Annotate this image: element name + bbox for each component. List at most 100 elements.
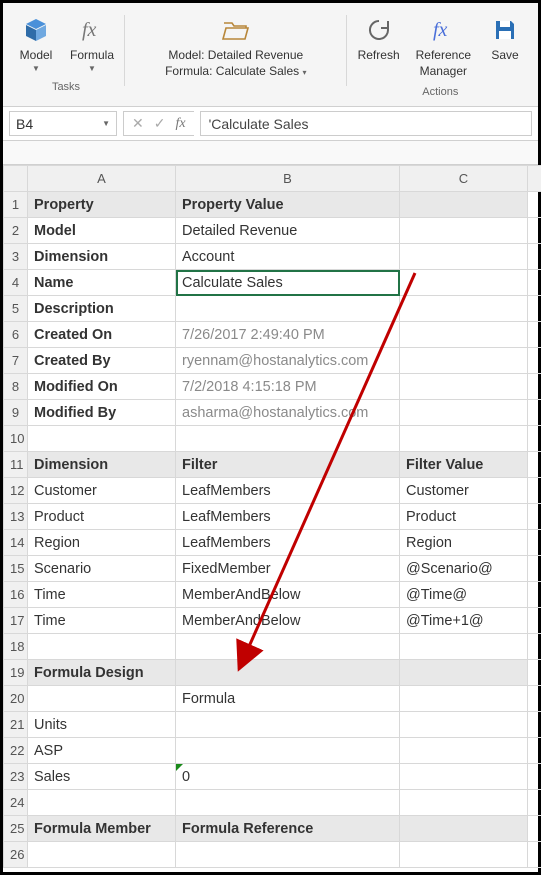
formula-button[interactable]: fx Formula ▼ — [63, 9, 121, 79]
cell[interactable]: Product — [28, 504, 176, 530]
cancel-icon[interactable]: ✕ — [132, 115, 144, 132]
cell[interactable] — [28, 790, 176, 816]
row-header[interactable]: 8 — [4, 374, 28, 400]
cell[interactable]: Name — [28, 270, 176, 296]
cell[interactable]: LeafMembers — [176, 504, 400, 530]
cell[interactable] — [176, 296, 400, 322]
cell[interactable] — [28, 634, 176, 660]
cell[interactable] — [528, 608, 541, 634]
row-header[interactable]: 9 — [4, 400, 28, 426]
cell[interactable]: Property — [28, 192, 176, 218]
cell[interactable] — [400, 660, 528, 686]
cell[interactable]: Time — [28, 582, 176, 608]
cell[interactable]: 7/2/2018 4:15:18 PM — [176, 374, 400, 400]
name-box[interactable]: B4 ▼ — [9, 111, 117, 136]
row-header[interactable]: 18 — [4, 634, 28, 660]
cell[interactable] — [400, 244, 528, 270]
enter-icon[interactable]: ✓ — [154, 115, 166, 132]
cell[interactable] — [528, 374, 541, 400]
row-header[interactable]: 14 — [4, 530, 28, 556]
row-header[interactable]: 25 — [4, 816, 28, 842]
cell[interactable] — [528, 634, 541, 660]
cell[interactable]: asharma@hostanalytics.com — [176, 400, 400, 426]
cell[interactable]: Sales — [28, 764, 176, 790]
row-header[interactable]: 5 — [4, 296, 28, 322]
worksheet-grid[interactable]: A B C 1PropertyProperty Value2ModelDetai… — [3, 165, 538, 868]
cell[interactable] — [528, 400, 541, 426]
row-header[interactable]: 20 — [4, 686, 28, 712]
cell[interactable] — [528, 348, 541, 374]
cell[interactable] — [528, 582, 541, 608]
row-header[interactable]: 24 — [4, 790, 28, 816]
cell[interactable] — [528, 686, 541, 712]
cell[interactable]: Detailed Revenue — [176, 218, 400, 244]
cell[interactable] — [528, 530, 541, 556]
cell[interactable] — [528, 478, 541, 504]
cell[interactable]: Dimension — [28, 244, 176, 270]
cell[interactable]: MemberAndBelow — [176, 608, 400, 634]
cell[interactable]: Scenario — [28, 556, 176, 582]
row-header[interactable]: 10 — [4, 426, 28, 452]
cell[interactable] — [528, 192, 541, 218]
cell[interactable] — [528, 270, 541, 296]
cell[interactable] — [528, 764, 541, 790]
select-all-corner[interactable] — [4, 166, 28, 192]
row-header[interactable]: 16 — [4, 582, 28, 608]
fx-icon[interactable]: fx — [175, 116, 185, 132]
cell[interactable] — [400, 712, 528, 738]
cell[interactable]: Calculate Sales — [176, 270, 400, 296]
cell[interactable]: Model — [28, 218, 176, 244]
cell[interactable] — [528, 426, 541, 452]
cell[interactable]: @Time@ — [400, 582, 528, 608]
cell[interactable]: Filter — [176, 452, 400, 478]
cell[interactable] — [400, 296, 528, 322]
cell[interactable]: Description — [28, 296, 176, 322]
cell[interactable] — [528, 556, 541, 582]
cell[interactable]: Time — [28, 608, 176, 634]
reference-manager-button[interactable]: fx Reference Manager — [409, 9, 478, 84]
cell[interactable] — [176, 712, 400, 738]
row-header[interactable]: 1 — [4, 192, 28, 218]
cell[interactable]: Dimension — [28, 452, 176, 478]
cell[interactable] — [400, 218, 528, 244]
row-header[interactable]: 3 — [4, 244, 28, 270]
cell[interactable]: FixedMember — [176, 556, 400, 582]
cell[interactable]: Formula Member — [28, 816, 176, 842]
cell[interactable]: Formula — [176, 686, 400, 712]
cell[interactable] — [528, 452, 541, 478]
refresh-button[interactable]: Refresh — [351, 9, 407, 84]
cell[interactable] — [400, 842, 528, 868]
cell[interactable]: Property Value — [176, 192, 400, 218]
row-header[interactable]: 13 — [4, 504, 28, 530]
cell[interactable] — [528, 790, 541, 816]
col-header-b[interactable]: B — [176, 166, 400, 192]
cell[interactable] — [528, 218, 541, 244]
cell[interactable]: LeafMembers — [176, 478, 400, 504]
row-header[interactable]: 26 — [4, 842, 28, 868]
cell[interactable] — [400, 790, 528, 816]
cell[interactable]: Region — [400, 530, 528, 556]
cell[interactable]: 7/26/2017 2:49:40 PM — [176, 322, 400, 348]
col-header-c[interactable]: C — [400, 166, 528, 192]
cell[interactable] — [176, 660, 400, 686]
cell[interactable] — [528, 738, 541, 764]
cell[interactable]: ASP — [28, 738, 176, 764]
cell[interactable] — [400, 764, 528, 790]
cell[interactable] — [28, 842, 176, 868]
cell[interactable] — [528, 712, 541, 738]
cell[interactable] — [528, 660, 541, 686]
cell[interactable]: Created On — [28, 322, 176, 348]
row-header[interactable]: 23 — [4, 764, 28, 790]
cell[interactable]: Region — [28, 530, 176, 556]
cell[interactable] — [176, 738, 400, 764]
col-header-a[interactable]: A — [28, 166, 176, 192]
save-button[interactable]: Save — [480, 9, 530, 84]
col-header-edge[interactable] — [528, 166, 541, 192]
cell[interactable] — [528, 244, 541, 270]
row-header[interactable]: 17 — [4, 608, 28, 634]
cell[interactable] — [176, 426, 400, 452]
cell[interactable]: @Scenario@ — [400, 556, 528, 582]
cell[interactable]: Customer — [28, 478, 176, 504]
cell[interactable]: Customer — [400, 478, 528, 504]
row-header[interactable]: 19 — [4, 660, 28, 686]
